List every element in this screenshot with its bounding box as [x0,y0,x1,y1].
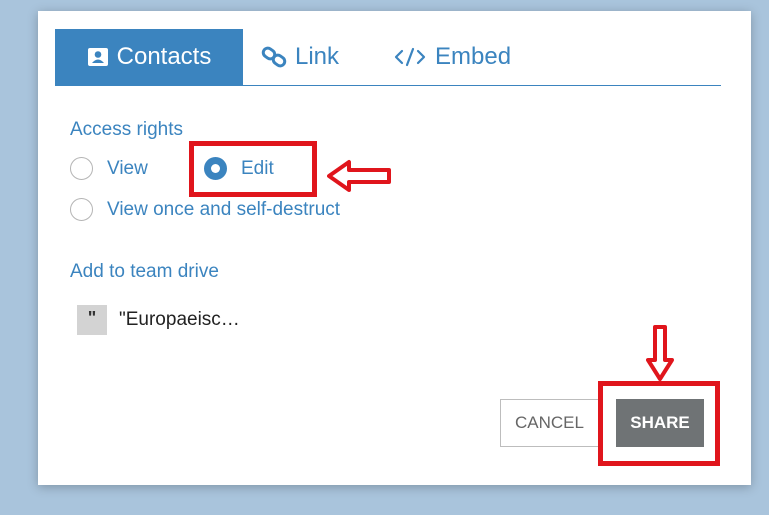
annotation-edit-highlight [189,141,317,197]
annotation-left-arrow [327,160,391,192]
quote-icon: " [77,305,107,335]
tab-link[interactable]: Link [261,29,339,85]
share-tab-bar: Contacts Link Embed [55,29,721,86]
team-drive-heading: Add to team drive [70,261,219,282]
annotation-down-arrow [646,325,674,381]
radio-view-label: View [107,157,148,179]
share-dialog: Contacts Link Embed Access rights View E… [38,11,751,485]
contact-card-icon [87,46,109,68]
team-drive-item[interactable]: " "Europaeisc… [77,305,240,335]
tab-embed-label: Embed [435,43,512,70]
code-icon [393,46,427,68]
radio-view[interactable]: View [70,157,148,180]
annotation-share-highlight [598,381,720,466]
tab-link-label: Link [295,43,340,70]
radio-view-once-circle[interactable] [70,198,93,221]
tab-contacts[interactable]: Contacts [55,29,243,85]
radio-view-once[interactable]: View once and self-destruct [70,198,340,221]
tab-contacts-label: Contacts [116,43,212,70]
radio-view-circle[interactable] [70,157,93,180]
cancel-button[interactable]: CANCEL [500,399,599,447]
radio-view-once-label: View once and self-destruct [107,198,341,220]
link-icon [261,46,287,68]
access-rights-heading: Access rights [70,119,183,140]
team-drive-item-name: "Europaeisc… [119,309,240,330]
tab-embed[interactable]: Embed [393,29,511,85]
